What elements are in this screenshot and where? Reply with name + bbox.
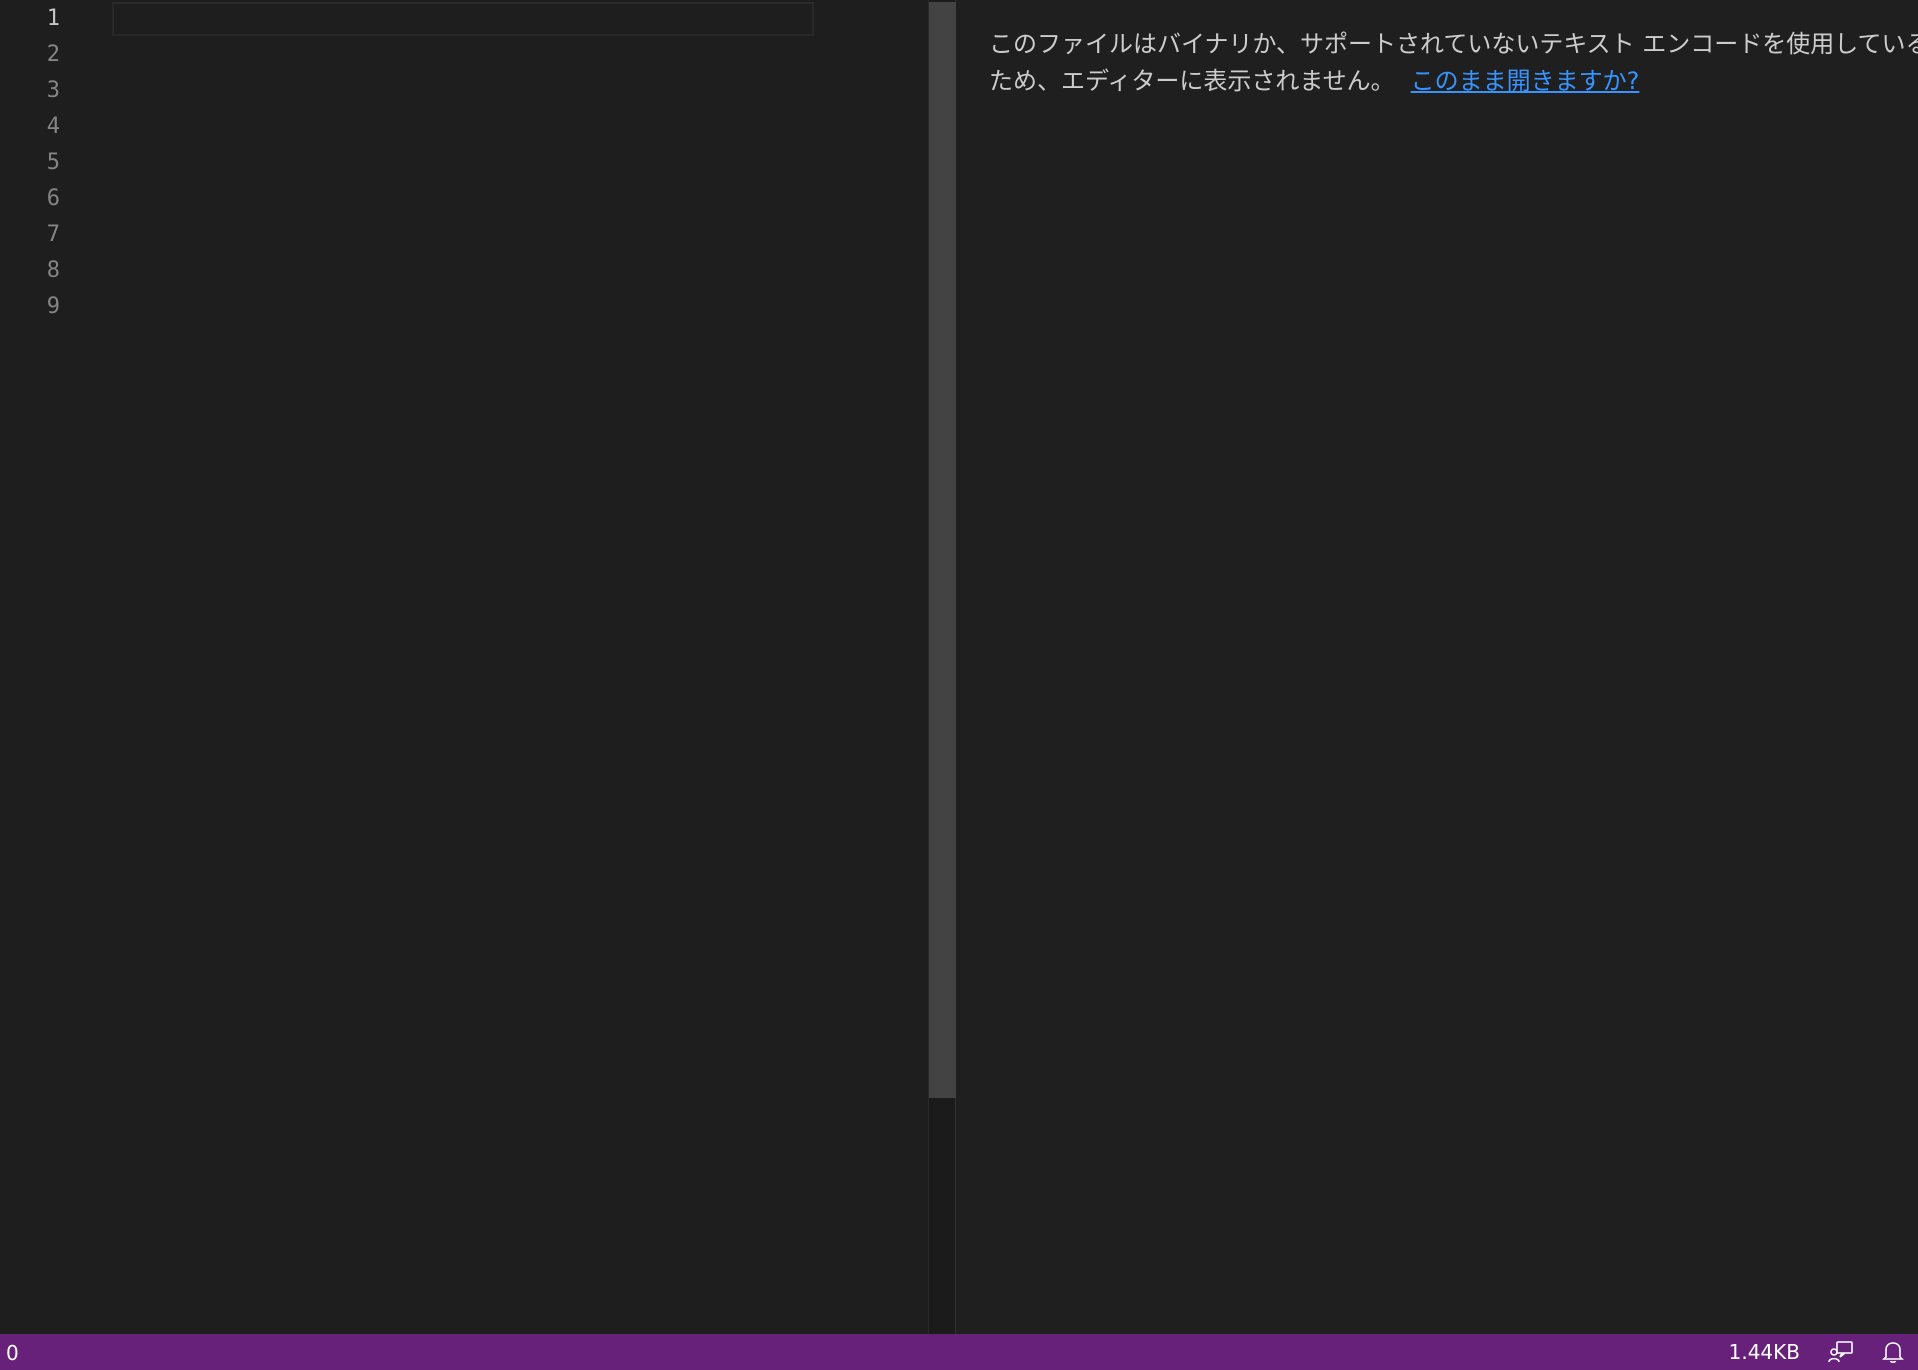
line-number: 3 <box>46 78 60 103</box>
line-number: 8 <box>46 258 60 283</box>
current-line-highlight[interactable] <box>112 2 814 36</box>
line-number: 7 <box>46 222 60 247</box>
line-number: 1 <box>46 6 60 31</box>
scrollbar-thumb[interactable] <box>929 2 956 1098</box>
binary-file-pane: このファイルはバイナリか、サポートされていないテキスト エンコードを使用している… <box>957 0 1918 1334</box>
text-editor-pane[interactable]: 1 2 3 4 5 6 7 8 9 <box>0 0 928 1334</box>
line-number: 6 <box>46 186 60 211</box>
line-number: 5 <box>46 150 60 175</box>
feedback-icon[interactable] <box>1814 1334 1868 1370</box>
editor-window: 1 2 3 4 5 6 7 8 9 このファイルはバイナリか、サポートされていな… <box>0 0 1918 1370</box>
line-number-gutter: 1 2 3 4 5 6 7 8 9 <box>0 0 86 1334</box>
status-bar: 0 1.44KB <box>0 1334 1918 1370</box>
line-number: 2 <box>46 42 60 67</box>
file-size-indicator[interactable]: 1.44KB <box>1715 1334 1814 1370</box>
open-anyway-link[interactable]: このまま開きますか? <box>1411 67 1640 95</box>
line-number: 9 <box>46 294 60 319</box>
status-right-group: 1.44KB <box>1715 1334 1918 1370</box>
line-number: 4 <box>46 114 60 139</box>
vertical-scrollbar[interactable] <box>928 0 956 1334</box>
bell-icon[interactable] <box>1868 1334 1918 1370</box>
binary-warning-message: このファイルはバイナリか、サポートされていないテキスト エンコードを使用している… <box>989 26 1918 100</box>
status-left-item[interactable]: 0 <box>6 1334 19 1370</box>
